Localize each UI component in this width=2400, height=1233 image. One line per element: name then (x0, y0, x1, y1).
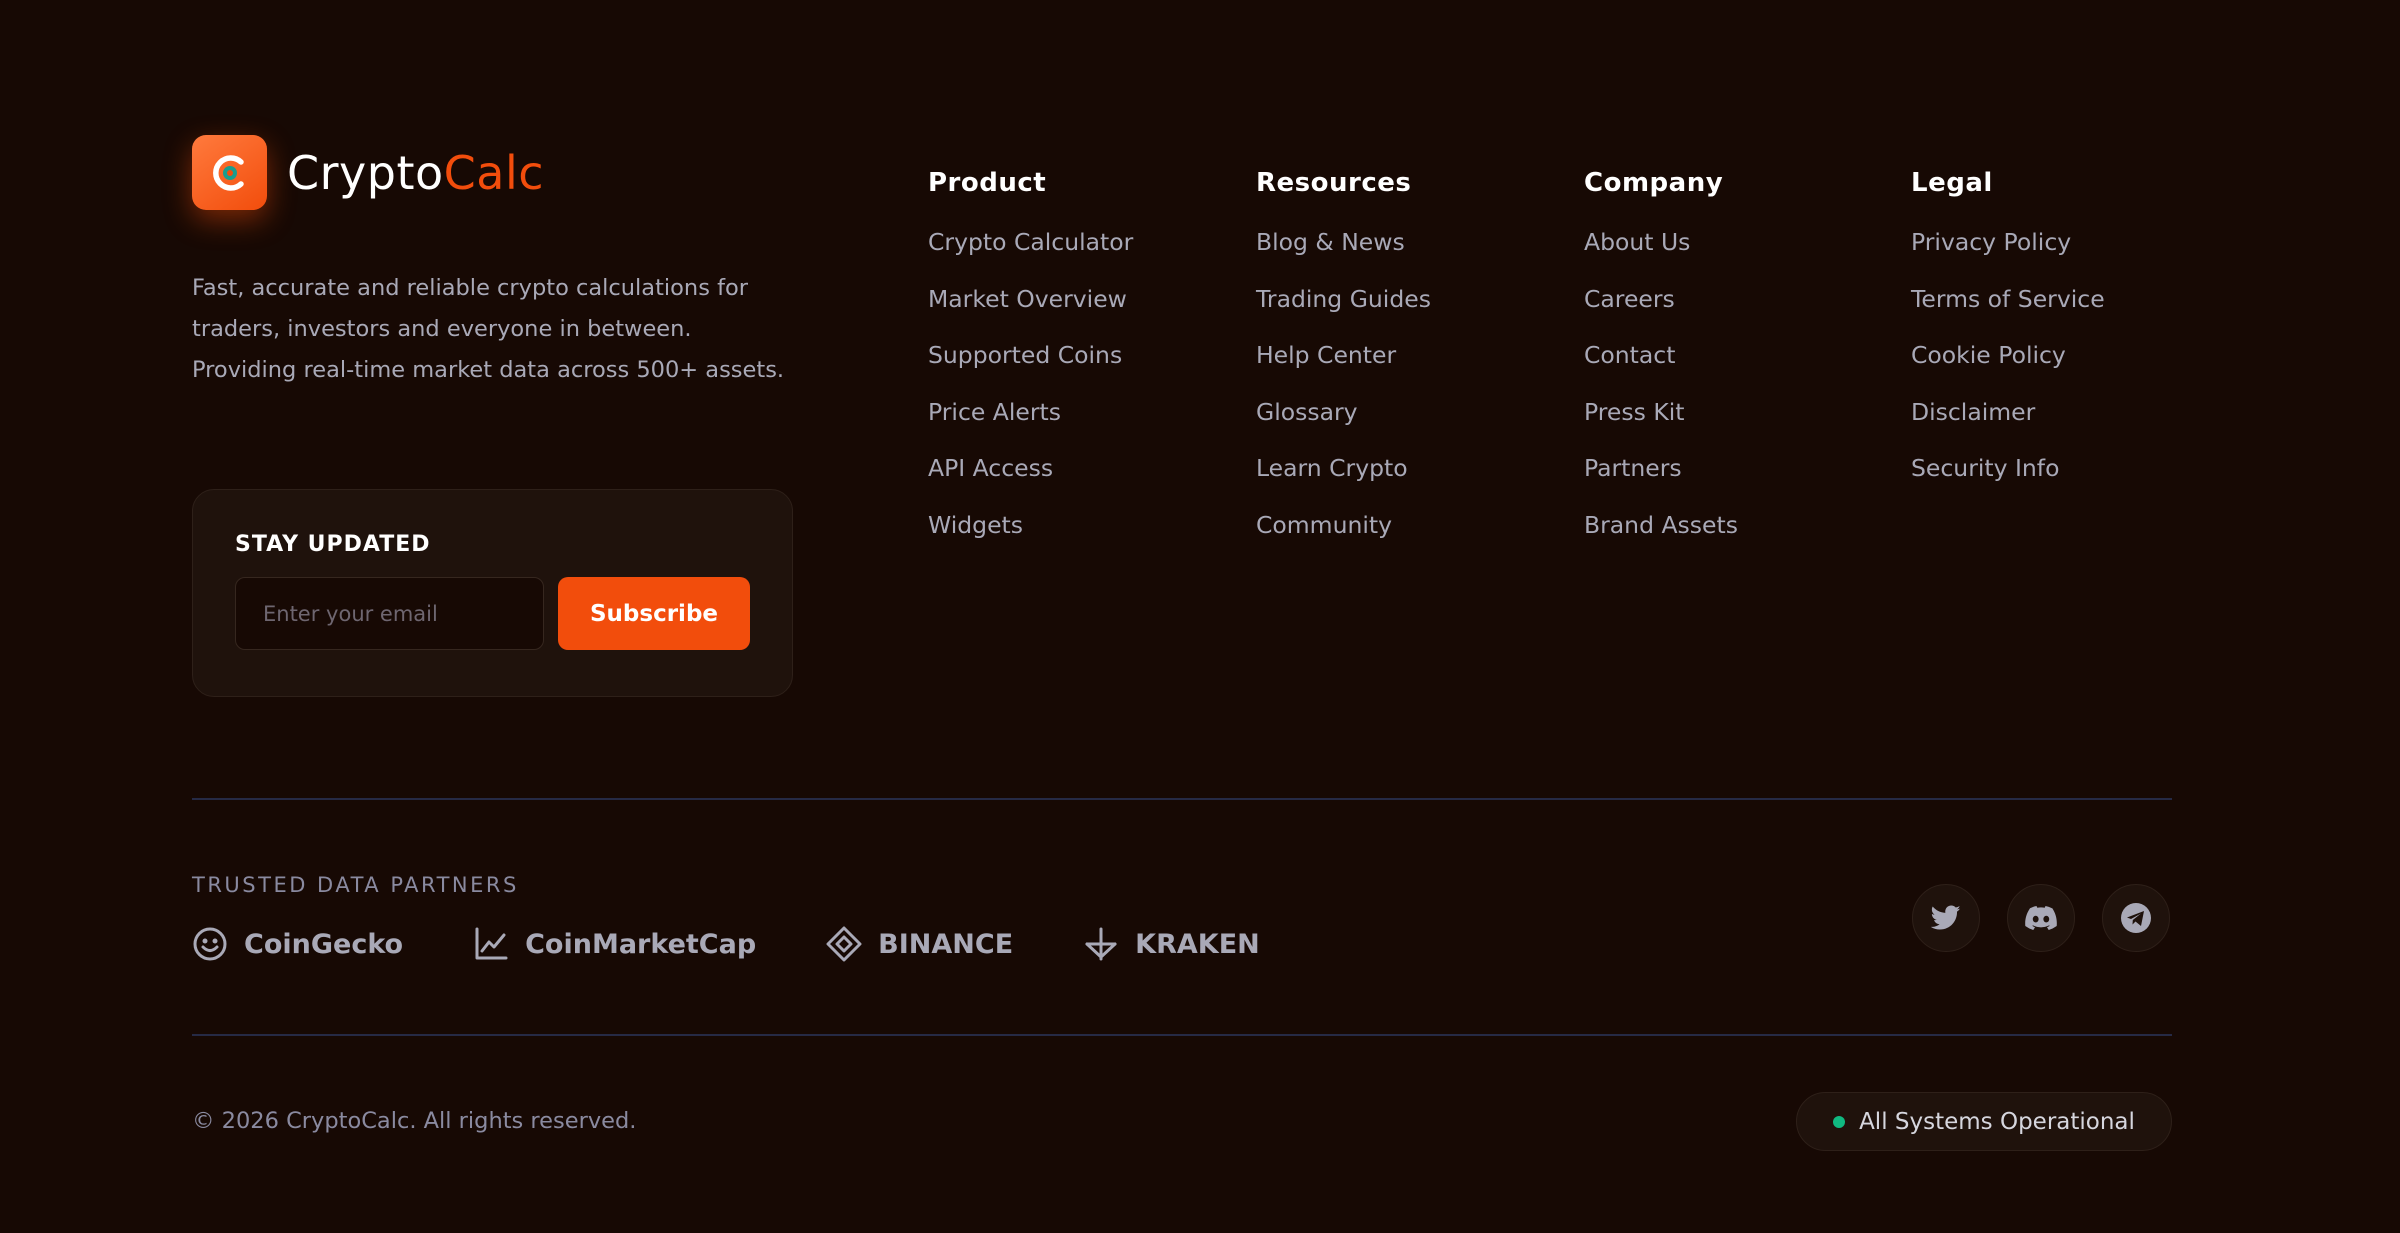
brand-name-accent: Calc (443, 145, 545, 200)
footer-link[interactable]: Widgets (928, 511, 1023, 539)
footer-link[interactable]: API Access (928, 454, 1053, 482)
discord-button[interactable] (2007, 884, 2075, 952)
footer-link[interactable]: Privacy Policy (1911, 228, 2071, 256)
footer-link[interactable]: Security Info (1911, 454, 2059, 482)
footer-link[interactable]: Contact (1584, 341, 1675, 369)
partner-name: KRAKEN (1135, 928, 1260, 960)
footer-link[interactable]: Careers (1584, 285, 1675, 313)
footer-link[interactable]: Disclaimer (1911, 398, 2035, 426)
status-text: All Systems Operational (1859, 1108, 2135, 1135)
newsletter-title: STAY UPDATED (235, 532, 431, 557)
partner-coinmarketcap[interactable]: CoinMarketCap (473, 926, 756, 962)
column-links: About Us Careers Contact Press Kit Partn… (1584, 228, 1738, 567)
column-heading: Resources (1256, 168, 1412, 198)
kraken-arrow-icon (1085, 927, 1117, 961)
status-dot-icon (1833, 1115, 1846, 1128)
column-heading: Product (928, 168, 1047, 198)
column-links: Crypto Calculator Market Overview Suppor… (928, 228, 1133, 567)
partners-label: TRUSTED DATA PARTNERS (192, 873, 519, 897)
social-links (1912, 884, 2170, 952)
telegram-button[interactable] (2102, 884, 2170, 952)
footer-link[interactable]: Trading Guides (1256, 285, 1431, 313)
footer-column-legal: Legal Privacy Policy Terms of Service Co… (1911, 168, 2105, 511)
footer-link[interactable]: Glossary (1256, 398, 1358, 426)
coingecko-icon (193, 927, 227, 961)
brand-logo[interactable]: CryptoCalc (192, 135, 544, 210)
footer-link[interactable]: Community (1256, 511, 1392, 539)
footer-divider (192, 798, 2172, 800)
cryptocalc-logo-icon (192, 135, 267, 210)
footer-link[interactable]: Price Alerts (928, 398, 1061, 426)
chart-line-icon (475, 927, 508, 960)
twitter-icon (1931, 905, 1961, 930)
system-status-badge[interactable]: All Systems Operational (1796, 1092, 2172, 1151)
site-footer: CryptoCalc Fast, accurate and reliable c… (0, 0, 2400, 1233)
footer-link[interactable]: Partners (1584, 454, 1682, 482)
partner-coingecko[interactable]: CoinGecko (192, 926, 403, 962)
footer-link[interactable]: Blog & News (1256, 228, 1405, 256)
footer-link[interactable]: Crypto Calculator (928, 228, 1133, 256)
footer-link[interactable]: Press Kit (1584, 398, 1684, 426)
footer-column-resources: Resources Blog & News Trading Guides Hel… (1256, 168, 1431, 567)
subscribe-button[interactable]: Subscribe (558, 577, 750, 650)
brand-name: CryptoCalc (287, 146, 544, 200)
partner-kraken[interactable]: KRAKEN (1083, 926, 1260, 962)
footer-link[interactable]: Terms of Service (1911, 285, 2105, 313)
footer-link[interactable]: Cookie Policy (1911, 341, 2066, 369)
footer-link[interactable]: About Us (1584, 228, 1690, 256)
footer-column-company: Company About Us Careers Contact Press K… (1584, 168, 1738, 567)
partner-name: BINANCE (878, 928, 1014, 960)
footer-link[interactable]: Learn Crypto (1256, 454, 1408, 482)
binance-diamond-icon (826, 926, 862, 962)
partner-name: CoinGecko (244, 928, 404, 960)
twitter-button[interactable] (1912, 884, 1980, 952)
email-input[interactable] (235, 577, 544, 650)
partner-name: CoinMarketCap (525, 928, 757, 960)
telegram-icon (2121, 903, 2151, 933)
footer-link[interactable]: Brand Assets (1584, 511, 1738, 539)
copyright-text: © 2026 CryptoCalc. All rights reserved. (192, 1108, 637, 1134)
footer-link[interactable]: Help Center (1256, 341, 1396, 369)
partner-binance[interactable]: BINANCE (826, 926, 1013, 962)
footer-link[interactable]: Market Overview (928, 285, 1127, 313)
column-heading: Company (1584, 168, 1724, 198)
brand-description: Fast, accurate and reliable crypto calcu… (192, 275, 785, 383)
column-links: Blog & News Trading Guides Help Center G… (1256, 228, 1431, 567)
discord-icon (2025, 906, 2057, 930)
column-heading: Legal (1911, 168, 1993, 198)
brand-name-primary: Crypto (287, 145, 444, 200)
column-links: Privacy Policy Terms of Service Cookie P… (1911, 228, 2105, 511)
partners-list: CoinGecko CoinMarketCap BINANCE KRAKEN (192, 926, 1330, 962)
newsletter-card: STAY UPDATED Subscribe (192, 489, 793, 697)
footer-column-product: Product Crypto Calculator Market Overvie… (928, 168, 1133, 567)
footer-divider (192, 1034, 2172, 1036)
footer-link[interactable]: Supported Coins (928, 341, 1122, 369)
newsletter-form: Subscribe (235, 577, 750, 650)
